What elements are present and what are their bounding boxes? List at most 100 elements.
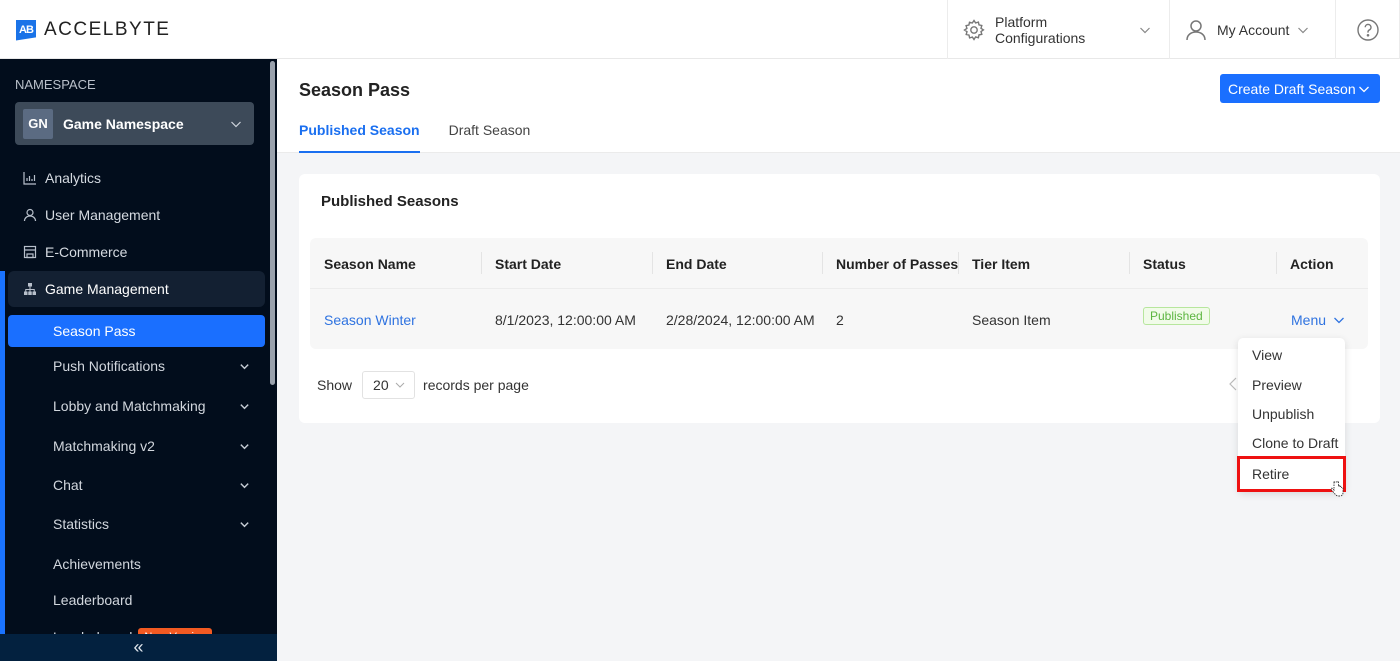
chevron-down-icon: [1358, 83, 1370, 95]
published-seasons-card: Published Seasons Season Name Start Date…: [299, 174, 1380, 423]
status-badge: Published: [1143, 306, 1210, 325]
tab-draft-season[interactable]: Draft Season: [449, 122, 531, 153]
season-name-link[interactable]: Season Winter: [324, 290, 416, 349]
double-chevron-left-icon: «: [133, 637, 144, 657]
sidebar-item-label: Chat: [53, 477, 83, 493]
table-header: Season Name Start Date End Date Number o…: [310, 238, 1368, 289]
sidebar-item-label: E-Commerce: [45, 244, 128, 260]
chevron-down-icon: [395, 380, 405, 390]
help-button[interactable]: [1335, 0, 1400, 59]
sidebar-item-game-management[interactable]: Game Management: [8, 271, 265, 307]
action-menu-label: Menu: [1291, 311, 1327, 328]
column-header-tier-item: Tier Item: [958, 238, 1030, 289]
menu-item-view[interactable]: View: [1238, 340, 1345, 370]
end-date-cell: 2/28/2024, 12:00:00 AM: [666, 311, 815, 328]
action-menu-button[interactable]: Menu: [1291, 312, 1345, 328]
action-dropdown-menu: View Preview Unpublish Clone to Draft Re…: [1237, 338, 1346, 492]
namespace-selector[interactable]: GN Game Namespace: [15, 102, 254, 145]
column-header-status: Status: [1129, 238, 1186, 289]
create-draft-season-label: Create Draft Season: [1228, 80, 1356, 97]
create-draft-season-button[interactable]: Create Draft Season: [1220, 74, 1380, 103]
bar-chart-icon: [23, 171, 37, 185]
user-icon: [23, 208, 37, 222]
sidebar-item-label: User Management: [45, 207, 161, 223]
sidebar-item-label: Lobby and Matchmaking: [53, 398, 206, 414]
namespace-avatar: GN: [23, 108, 53, 139]
top-header: AB ACCELBYTE Platform Configurations My …: [0, 0, 1400, 59]
sidebar-item-label: Season Pass: [53, 323, 136, 339]
number-of-passes-cell: 2: [836, 311, 844, 328]
column-header-action: Action: [1276, 238, 1334, 289]
chevron-down-icon: [239, 480, 250, 491]
question-circle-icon: [1356, 18, 1380, 42]
tier-item-cell: Season Item: [972, 311, 1051, 328]
column-header-season-name: Season Name: [324, 255, 416, 272]
sidebar-item-statistics[interactable]: Statistics: [8, 506, 265, 542]
hierarchy-icon: [23, 282, 37, 296]
column-header-end-date: End Date: [652, 238, 727, 289]
menu-item-preview[interactable]: Preview: [1238, 370, 1345, 400]
accelbyte-logo[interactable]: AB ACCELBYTE: [16, 19, 170, 41]
collapse-sidebar-button[interactable]: «: [0, 634, 277, 661]
sidebar-item-leaderboard[interactable]: Leaderboard: [8, 582, 265, 618]
sidebar-scrollbar[interactable]: [270, 61, 275, 385]
chevron-down-icon: [239, 361, 250, 372]
sidebar-item-analytics[interactable]: Analytics: [8, 160, 265, 196]
hand-pointer-cursor-icon: [1330, 480, 1344, 498]
start-date-cell: 8/1/2023, 12:00:00 AM: [495, 311, 636, 328]
sidebar-item-push-notifications[interactable]: Push Notifications: [8, 348, 265, 384]
namespace-name: Game Namespace: [63, 115, 184, 132]
sidebar-item-matchmaking-v2[interactable]: Matchmaking v2: [8, 428, 265, 464]
column-header-start-date: Start Date: [481, 238, 561, 289]
sidebar-item-label: Analytics: [45, 170, 102, 186]
chevron-down-icon: [230, 118, 242, 130]
chevron-down-icon: [239, 401, 250, 412]
sidebar-item-label: Matchmaking v2: [53, 438, 155, 454]
sidebar-item-label: Push Notifications: [53, 358, 166, 374]
chevron-down-icon: [239, 519, 250, 530]
menu-item-retire[interactable]: Retire: [1237, 456, 1346, 492]
menu-item-unpublish[interactable]: Unpublish: [1238, 399, 1345, 429]
platform-configurations-label: Platform Configurations: [995, 13, 1086, 46]
sidebar-item-label: Game Management: [45, 281, 169, 297]
chevron-down-icon: [1333, 314, 1345, 326]
logo-mark-icon: AB: [16, 19, 36, 41]
tab-published-season[interactable]: Published Season: [299, 122, 420, 153]
records-per-page-label: records per page: [423, 377, 529, 393]
sidebar-item-label: Achievements: [53, 556, 141, 572]
sidebar-item-e-commerce[interactable]: E-Commerce: [8, 234, 265, 270]
sidebar-item-label: Statistics: [53, 516, 110, 532]
sidebar-item-label: Leaderboard: [53, 592, 133, 608]
card-title: Published Seasons: [321, 193, 459, 210]
page-size-select[interactable]: 20: [362, 371, 416, 399]
logo-text: ACCELBYTE: [44, 19, 171, 40]
table-row: Season Winter 8/1/2023, 12:00:00 AM 2/28…: [310, 290, 1368, 349]
user-icon: [1184, 18, 1208, 42]
platform-configurations-button[interactable]: Platform Configurations: [947, 0, 1169, 59]
chevron-down-icon: [1297, 24, 1309, 36]
menu-item-clone-to-draft[interactable]: Clone to Draft: [1238, 428, 1345, 458]
pagination-size: Show 20 records per page: [317, 371, 529, 399]
page-title: Season Pass: [299, 80, 411, 100]
sidebar-item-chat[interactable]: Chat: [8, 467, 265, 503]
gear-icon: [962, 18, 986, 42]
status-cell: Published: [1143, 290, 1210, 349]
sidebar-active-group-indicator: [0, 271, 5, 634]
page-header: Season Pass Published Season Draft Seaso…: [277, 59, 1400, 153]
column-header-number-of-passes: Number of Passes: [822, 238, 958, 289]
season-tabs: Published Season Draft Season: [299, 122, 559, 153]
namespace-label: NAMESPACE: [15, 77, 96, 92]
sidebar: NAMESPACE GN Game Namespace Analytics Us…: [0, 59, 277, 661]
sidebar-item-lobby-and-matchmaking[interactable]: Lobby and Matchmaking: [8, 388, 265, 424]
my-account-label: My Account: [1217, 21, 1290, 38]
my-account-button[interactable]: My Account: [1169, 0, 1335, 59]
sidebar-item-achievements[interactable]: Achievements: [8, 546, 265, 582]
chevron-down-icon: [239, 441, 250, 452]
sidebar-item-season-pass[interactable]: Season Pass: [8, 315, 265, 347]
store-icon: [23, 245, 37, 259]
show-label: Show: [317, 377, 353, 393]
page-size-value: 20: [373, 377, 389, 393]
seasons-table: Season Name Start Date End Date Number o…: [310, 238, 1368, 349]
chevron-down-icon: [1139, 24, 1151, 36]
sidebar-item-user-management[interactable]: User Management: [8, 197, 265, 233]
